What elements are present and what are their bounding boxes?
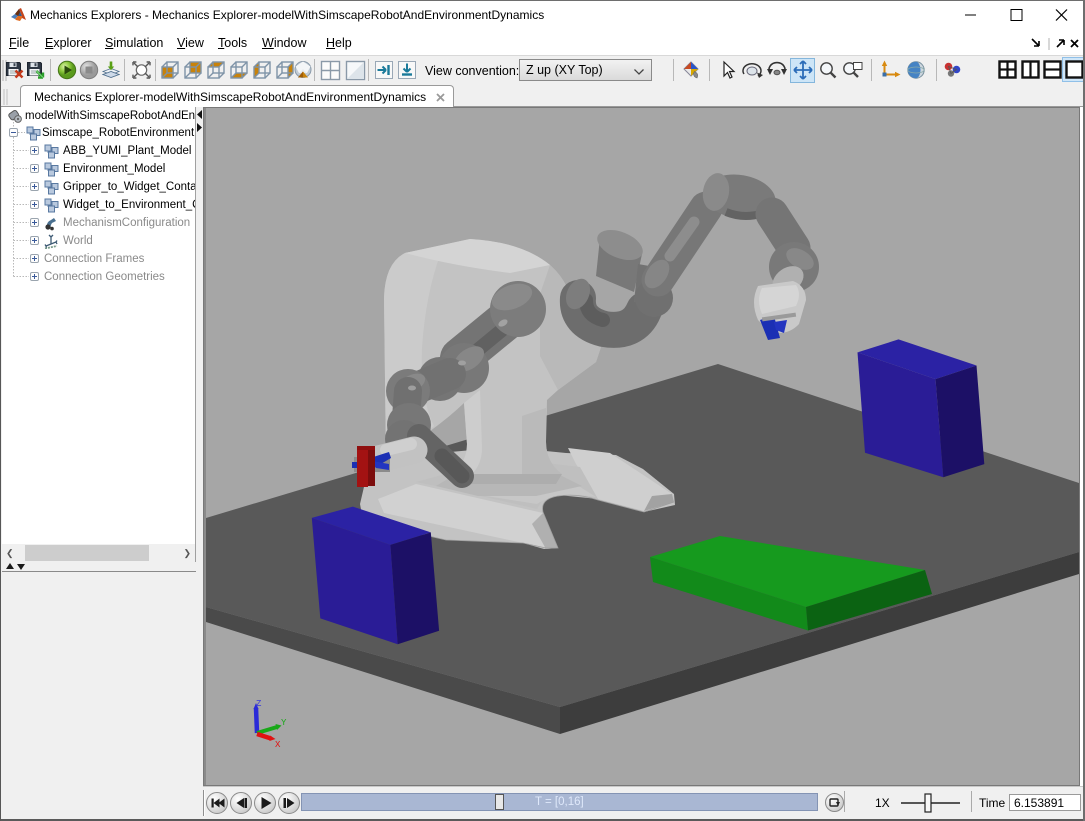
- svg-text:X: X: [275, 740, 281, 750]
- svg-text:Y: Y: [281, 718, 287, 728]
- svg-text:Z: Z: [256, 699, 262, 709]
